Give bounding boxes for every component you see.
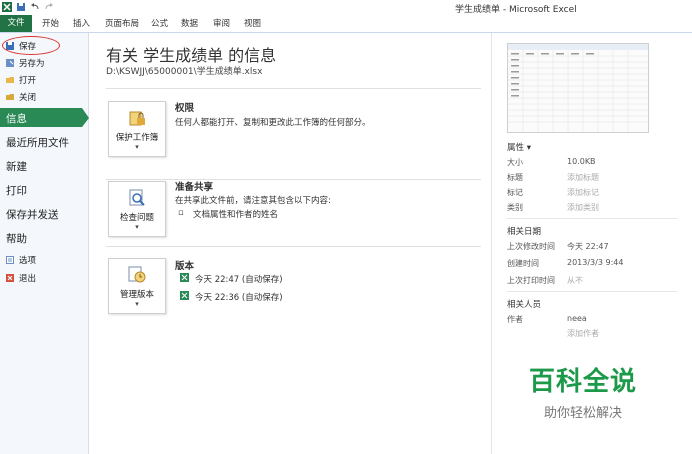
tab-view[interactable]: 视图 xyxy=(244,17,261,29)
sidebar-item-label: 打开 xyxy=(19,76,37,86)
people-heading: 相关人员 xyxy=(507,300,542,310)
quick-access-toolbar xyxy=(2,2,54,12)
title-label: 标题 xyxy=(507,173,523,182)
author-value[interactable]: neea xyxy=(567,314,587,323)
watermark-subtitle: 助你轻松解决 xyxy=(543,406,622,421)
document-thumbnail[interactable] xyxy=(507,43,649,133)
sidebar-item-exit[interactable]: 退出 xyxy=(5,272,36,284)
excel-logo-icon xyxy=(2,2,12,12)
divider xyxy=(106,246,481,247)
inspect-icon xyxy=(129,189,145,206)
version-link[interactable]: 今天 22:47 (自动保存) xyxy=(195,273,283,285)
check-issues-button[interactable]: 检查问题 ▾ xyxy=(108,181,166,237)
ribbon-tabs: 文件 开始 插入 页面布局 公式 数据 审阅 视图 xyxy=(0,15,692,33)
watermark: 百科全说 助你轻松解决 xyxy=(508,361,658,421)
redo-icon[interactable] xyxy=(44,2,54,12)
page-title: 有关 学生成绩单 的信息 xyxy=(106,46,277,65)
folder-close-icon xyxy=(6,94,14,100)
sidebar-item-print[interactable]: 打印 xyxy=(6,183,27,198)
tags-label: 标记 xyxy=(507,188,523,197)
chevron-down-icon: ▾ xyxy=(135,223,139,231)
created-label: 创建时间 xyxy=(507,259,539,268)
excel-file-icon xyxy=(180,273,189,282)
section-heading: 准备共享 xyxy=(175,182,214,193)
modified-label: 上次修改时间 xyxy=(507,242,555,251)
bullet-item: 文档属性和作者的姓名 xyxy=(193,210,279,220)
tab-home[interactable]: 开始 xyxy=(42,17,59,29)
sidebar-item-help[interactable]: 帮助 xyxy=(6,231,27,246)
title-bar: 学生成绩单 - Microsoft Excel xyxy=(0,0,692,16)
sidebar-item-open[interactable]: 打开 xyxy=(5,74,36,86)
folder-open-icon xyxy=(6,77,14,83)
manage-versions-button[interactable]: 管理版本 ▾ xyxy=(108,258,166,314)
sidebar-item-options[interactable]: 选项 xyxy=(5,254,36,266)
tab-file[interactable]: 文件 xyxy=(0,15,32,32)
tags-value[interactable]: 添加标记 xyxy=(567,187,599,198)
section-description: 任何人都能打开、复制和更改此工作簿的任何部分。 xyxy=(175,118,371,128)
button-label: 管理版本 xyxy=(119,290,154,300)
modified-value: 今天 22:47 xyxy=(567,242,609,251)
chevron-down-icon: ▾ xyxy=(135,300,139,308)
sidebar-item-new[interactable]: 新建 xyxy=(6,159,27,174)
sidebar-item-info[interactable]: 信息 xyxy=(0,108,82,127)
save-icon[interactable] xyxy=(16,2,26,12)
title-value[interactable]: 添加标题 xyxy=(567,172,599,183)
tab-review[interactable]: 审阅 xyxy=(213,17,230,29)
author-label: 作者 xyxy=(507,315,523,324)
active-indicator xyxy=(82,108,89,127)
tab-data[interactable]: 数据 xyxy=(181,17,198,29)
undo-icon[interactable] xyxy=(30,2,40,12)
backstage-sidebar: 保存 另存为 打开 关闭 信息 最近所用文件 新建 打印 保存并发送 帮助 选项… xyxy=(0,33,89,454)
permissions-section: 保护工作簿 ▾ 权限 任何人都能打开、复制和更改此工作簿的任何部分。 xyxy=(106,88,481,176)
properties-heading[interactable]: 属性 ▾ xyxy=(507,141,531,153)
options-icon xyxy=(6,256,14,264)
sidebar-item-label: 关闭 xyxy=(19,93,37,103)
versions-icon xyxy=(128,266,146,283)
sidebar-item-recent[interactable]: 最近所用文件 xyxy=(6,135,69,150)
divider xyxy=(106,179,481,180)
save-as-icon xyxy=(6,59,14,67)
divider xyxy=(507,291,677,292)
tab-page-layout[interactable]: 页面布局 xyxy=(105,17,139,29)
sidebar-item-label: 退出 xyxy=(19,274,37,284)
excel-file-icon xyxy=(180,291,189,300)
section-description: 在共享此文件前，请注意其包含以下内容: xyxy=(175,196,331,206)
category-label: 类别 xyxy=(507,203,523,212)
sidebar-item-label: 选项 xyxy=(19,256,37,266)
sidebar-item-save-as[interactable]: 另存为 xyxy=(5,57,45,69)
protect-workbook-button[interactable]: 保护工作簿 ▾ xyxy=(108,101,166,157)
size-value: 10.0KB xyxy=(567,157,596,166)
sidebar-item-close[interactable]: 关闭 xyxy=(5,91,36,103)
tab-insert[interactable]: 插入 xyxy=(73,17,90,29)
tab-formulas[interactable]: 公式 xyxy=(151,17,168,29)
lock-icon xyxy=(129,111,145,126)
size-label: 大小 xyxy=(507,158,523,167)
bullet-icon: ▫ xyxy=(178,208,184,218)
divider xyxy=(507,218,677,219)
dates-heading: 相关日期 xyxy=(507,227,542,237)
prepare-section: 检查问题 ▾ 准备共享 在共享此文件前，请注意其包含以下内容: ▫ 文档属性和作… xyxy=(106,167,481,245)
file-path: D:\KSWJJ\65000001\学生成绩单.xlsx xyxy=(106,67,263,77)
add-author-link[interactable]: 添加作者 xyxy=(567,328,599,339)
category-value[interactable]: 添加类别 xyxy=(567,202,599,213)
section-heading: 权限 xyxy=(175,103,195,114)
versions-section: 管理版本 ▾ 版本 今天 22:47 (自动保存) 今天 22:36 (自动保存… xyxy=(106,246,481,326)
printed-value: 从不 xyxy=(567,276,583,285)
thumbnail-preview xyxy=(508,44,648,132)
sidebar-item-label: 另存为 xyxy=(19,59,45,69)
chevron-down-icon: ▾ xyxy=(135,143,139,151)
button-label: 保护工作簿 xyxy=(115,133,159,143)
highlight-circle xyxy=(2,36,60,55)
created-value: 2013/3/3 9:44 xyxy=(567,258,624,267)
printed-label: 上次打印时间 xyxy=(507,276,555,285)
watermark-title: 百科全说 xyxy=(528,367,637,397)
version-link[interactable]: 今天 22:36 (自动保存) xyxy=(195,291,283,303)
divider xyxy=(106,88,481,89)
section-heading: 版本 xyxy=(175,261,195,272)
sidebar-item-label: 信息 xyxy=(6,113,27,125)
sidebar-item-save-send[interactable]: 保存并发送 xyxy=(6,207,59,222)
button-label: 检查问题 xyxy=(119,213,154,223)
exit-icon xyxy=(6,274,14,282)
window-title: 学生成绩单 - Microsoft Excel xyxy=(455,5,577,15)
